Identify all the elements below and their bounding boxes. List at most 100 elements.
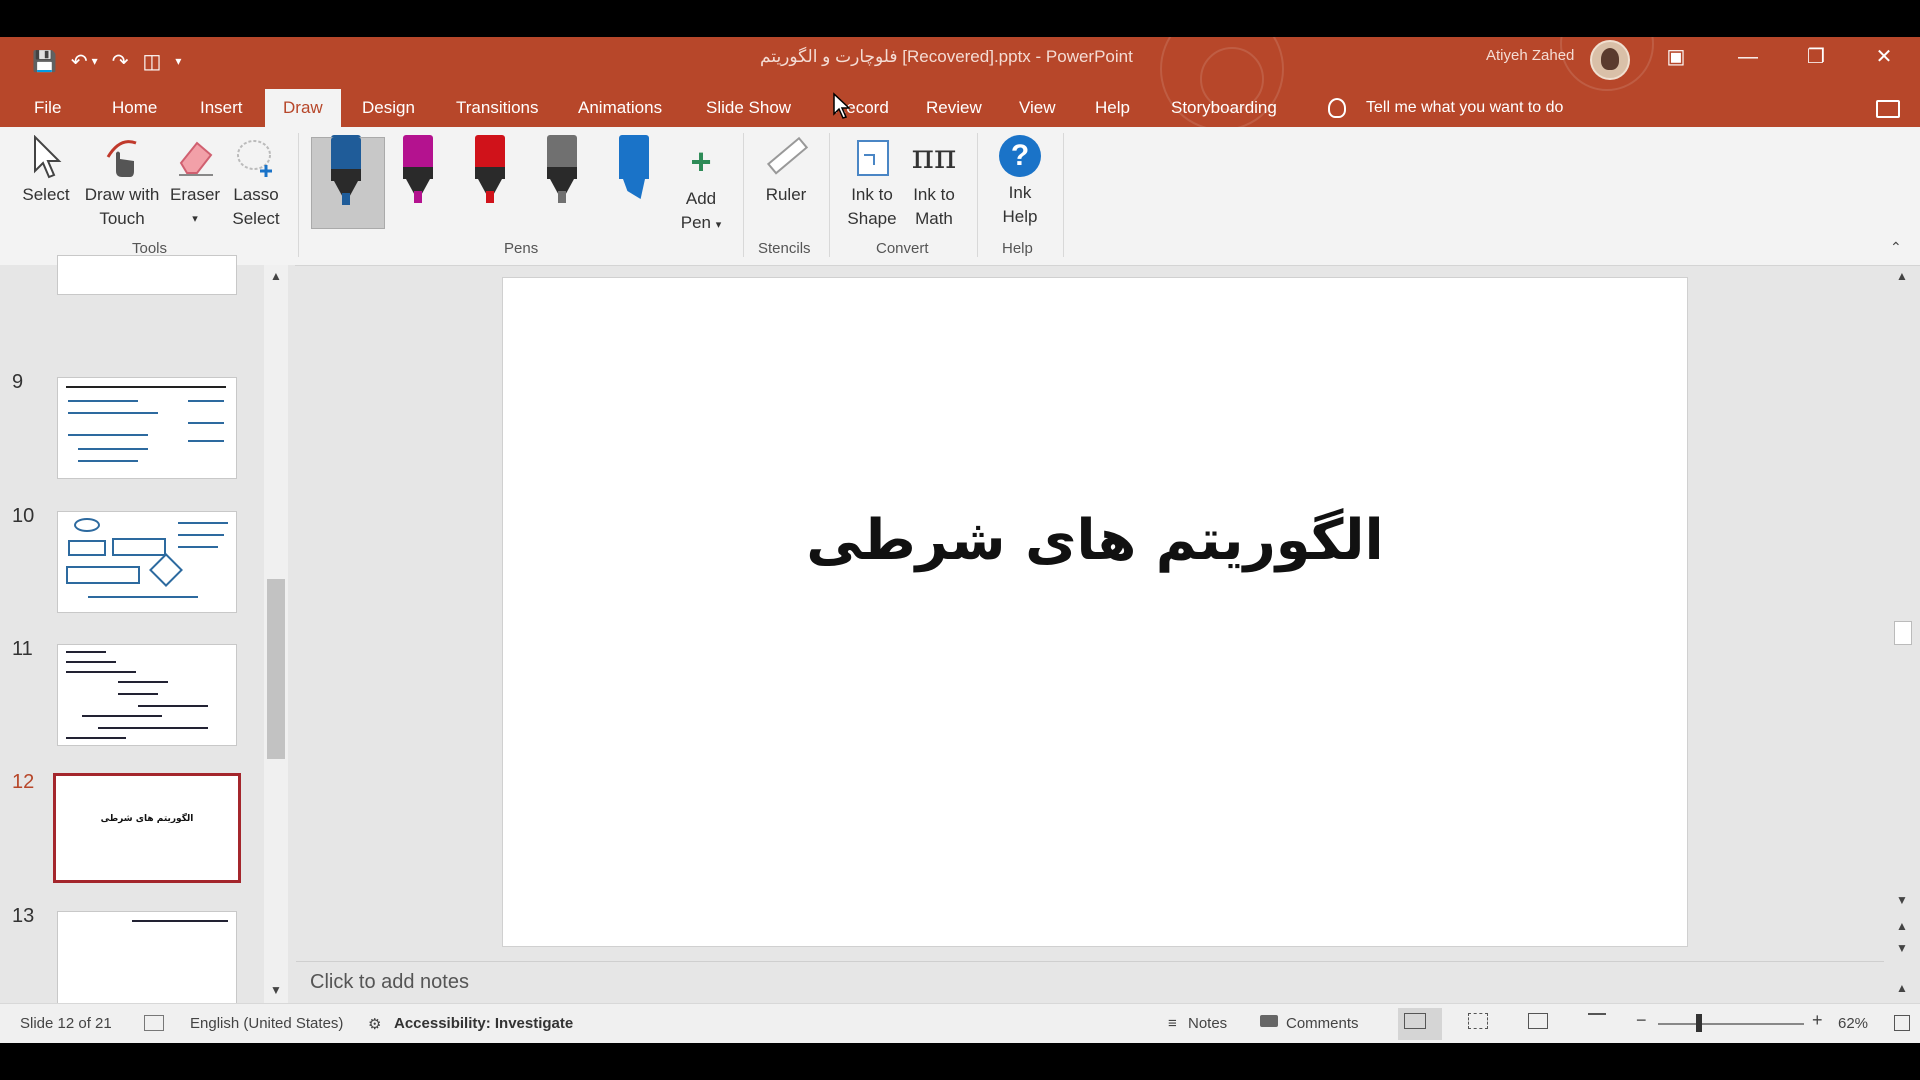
previous-slide-icon[interactable]: ▲ bbox=[1896, 919, 1908, 933]
slide-number: 9 bbox=[12, 371, 24, 393]
ink-shape-label-1: Ink to bbox=[851, 185, 893, 204]
slide-thumbnail-11[interactable] bbox=[57, 644, 237, 746]
zoom-out-icon[interactable]: − bbox=[1636, 1010, 1647, 1031]
ink-math-label-1: Ink to bbox=[913, 185, 955, 204]
tab-help[interactable]: Help bbox=[1095, 89, 1130, 127]
redo-icon[interactable]: ↷ bbox=[112, 49, 129, 74]
collapse-ribbon-icon[interactable]: ⌃ bbox=[1890, 239, 1902, 256]
quick-access-toolbar: 💾 ↶ ▾ ↷ ◫ ▾ bbox=[32, 45, 195, 77]
zoom-in-icon[interactable]: + bbox=[1812, 1010, 1823, 1031]
slide-counter: Slide 12 of 21 bbox=[20, 1015, 112, 1032]
group-separator bbox=[829, 133, 830, 257]
thumbnails-scrollbar[interactable]: ▲ ▼ bbox=[264, 265, 288, 1003]
ribbon-tabs: File Home Insert Draw Design Transitions… bbox=[0, 89, 1920, 127]
slide-thumbnail-13[interactable] bbox=[57, 911, 237, 1013]
tab-storyboarding[interactable]: Storyboarding bbox=[1171, 89, 1277, 127]
slide-thumbnail-8[interactable] bbox=[57, 255, 237, 295]
ink-to-math-button[interactable]: ππ Ink to Math bbox=[904, 135, 964, 231]
slide-title[interactable]: الگوریتم های شرطی bbox=[503, 508, 1687, 573]
slide-thumbnail-12[interactable]: الگوریتم های شرطی bbox=[53, 773, 241, 883]
fit-to-window-icon[interactable] bbox=[1894, 1015, 1910, 1031]
eraser-button[interactable]: Eraser ▾ bbox=[170, 135, 220, 231]
scroll-down-icon[interactable]: ▼ bbox=[270, 983, 282, 997]
add-pen-dropdown-icon: ▾ bbox=[715, 219, 722, 231]
ribbon-display-icon[interactable]: ▣ bbox=[1656, 41, 1696, 73]
tab-design[interactable]: Design bbox=[362, 89, 415, 127]
slideshow-icon bbox=[1588, 1013, 1606, 1027]
tab-view[interactable]: View bbox=[1019, 89, 1056, 127]
slide-thumbnail-10[interactable] bbox=[57, 511, 237, 613]
plus-icon: + bbox=[690, 141, 712, 182]
close-icon[interactable]: ✕ bbox=[1864, 41, 1904, 73]
lasso-select-button[interactable]: Lasso Select bbox=[228, 135, 284, 231]
notes-toggle[interactable]: Notes bbox=[1188, 1015, 1227, 1032]
undo-icon[interactable]: ↶ bbox=[71, 49, 88, 74]
zoom-slider[interactable] bbox=[1658, 1023, 1804, 1025]
comment-icon bbox=[1260, 1015, 1278, 1027]
eraser-icon bbox=[179, 141, 213, 176]
restore-icon[interactable]: ❐ bbox=[1796, 41, 1836, 73]
tab-file[interactable]: File bbox=[34, 89, 61, 127]
add-pen-label-2: Pen bbox=[680, 213, 711, 232]
undo-dropdown-icon[interactable]: ▾ bbox=[92, 54, 98, 68]
tab-slide-show[interactable]: Slide Show bbox=[706, 89, 791, 127]
user-name[interactable]: Atiyeh Zahed bbox=[1486, 47, 1574, 64]
comments-icon[interactable] bbox=[1876, 100, 1900, 118]
zoom-level[interactable]: 62% bbox=[1838, 1015, 1868, 1032]
scrollbar-thumb[interactable] bbox=[267, 579, 285, 759]
spell-check-icon[interactable] bbox=[144, 1015, 164, 1031]
customize-qat-icon[interactable]: ▾ bbox=[175, 54, 181, 68]
pen-magenta[interactable] bbox=[403, 135, 433, 205]
scrollbar-thumb[interactable] bbox=[1894, 621, 1912, 645]
tab-insert[interactable]: Insert bbox=[200, 89, 243, 127]
slide-thumbnail-12-title: الگوریتم های شرطی bbox=[100, 814, 194, 824]
ribbon-draw: Select Draw with Touch Eraser ▾ Lasso Se… bbox=[0, 127, 1920, 266]
scroll-down-icon[interactable]: ▼ bbox=[1896, 893, 1908, 907]
tab-draw[interactable]: Draw bbox=[265, 89, 341, 127]
group-label-convert: Convert bbox=[876, 240, 929, 257]
select-label: Select bbox=[22, 185, 70, 204]
comments-toggle[interactable]: Comments bbox=[1286, 1015, 1359, 1032]
ink-to-shape-button[interactable]: Ink to Shape bbox=[842, 135, 902, 231]
ruler-button[interactable]: Ruler bbox=[758, 135, 814, 207]
notes-icon: ≡ bbox=[1168, 1015, 1177, 1032]
save-icon[interactable]: 💾 bbox=[32, 49, 57, 74]
notes-placeholder[interactable]: Click to add notes bbox=[310, 971, 469, 994]
normal-view-icon bbox=[1404, 1013, 1426, 1029]
scroll-up-icon[interactable]: ▲ bbox=[1896, 269, 1908, 283]
eraser-dropdown-icon[interactable]: ▾ bbox=[170, 207, 220, 231]
slide-sorter-icon bbox=[1468, 1013, 1488, 1029]
add-pen-button[interactable]: + Add Pen ▾ bbox=[676, 141, 726, 237]
group-label-pens: Pens bbox=[504, 240, 539, 257]
slide-number: 13 bbox=[12, 905, 35, 927]
ink-help-button[interactable]: ? Ink Help bbox=[992, 135, 1048, 229]
language-indicator[interactable]: English (United States) bbox=[190, 1015, 343, 1032]
ink-to-shape-icon bbox=[857, 140, 889, 176]
avatar[interactable] bbox=[1590, 40, 1630, 80]
pen-blue-selected[interactable] bbox=[331, 137, 361, 207]
draw-touch-label-1: Draw with bbox=[84, 185, 160, 204]
tab-transitions[interactable]: Transitions bbox=[456, 89, 539, 127]
notes-pane[interactable]: Click to add notes bbox=[296, 961, 1884, 1004]
draw-with-touch-button[interactable]: Draw with Touch bbox=[80, 135, 164, 231]
pen-red[interactable] bbox=[475, 135, 505, 205]
tell-me-search[interactable]: Tell me what you want to do bbox=[1366, 89, 1563, 127]
highlighter-blue[interactable] bbox=[619, 135, 649, 205]
notes-scroll-icon[interactable]: ▲ bbox=[1896, 981, 1908, 995]
tab-review[interactable]: Review bbox=[926, 89, 982, 127]
help-question-icon: ? bbox=[999, 135, 1041, 177]
slide-canvas[interactable]: الگوریتم های شرطی bbox=[502, 277, 1688, 947]
start-presentation-icon[interactable]: ◫ bbox=[142, 49, 161, 74]
select-button[interactable]: Select bbox=[20, 135, 72, 207]
tab-home[interactable]: Home bbox=[112, 89, 157, 127]
accessibility-status[interactable]: Accessibility: Investigate bbox=[394, 1015, 573, 1032]
tab-animations[interactable]: Animations bbox=[578, 89, 662, 127]
slide-scrollbar[interactable]: ▲ ▼ ▲ ▼ ▲ bbox=[1892, 269, 1912, 1003]
scroll-up-icon[interactable]: ▲ bbox=[270, 269, 282, 283]
slide-thumbnail-9[interactable] bbox=[57, 377, 237, 479]
pen-gray[interactable] bbox=[547, 135, 577, 205]
zoom-slider-thumb[interactable] bbox=[1696, 1014, 1702, 1032]
group-separator bbox=[298, 133, 299, 257]
minimize-icon[interactable]: — bbox=[1728, 41, 1768, 73]
next-slide-icon[interactable]: ▼ bbox=[1896, 941, 1908, 955]
